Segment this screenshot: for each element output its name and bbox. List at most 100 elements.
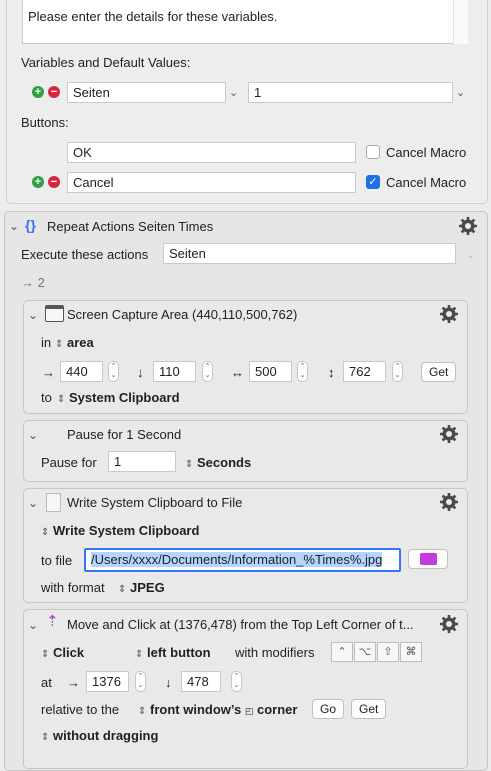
width-field[interactable]: 500 [249, 361, 292, 382]
repeat-icon: {} [25, 217, 36, 233]
pause-unit: Seconds [197, 455, 252, 470]
button-name-field[interactable]: Cancel [67, 172, 356, 193]
width-value: 500 [255, 364, 277, 379]
collapse-chevron-icon[interactable]: ⌄ [9, 219, 19, 233]
add-variable-icon[interactable]: + [32, 86, 44, 98]
button-name: OK [73, 145, 92, 160]
remove-variable-icon[interactable]: − [48, 86, 60, 98]
up-down-chevron-icon: ⇕ [135, 649, 144, 660]
click-y: 478 [187, 674, 209, 689]
relative-value: front window’s [150, 702, 242, 717]
relative-popup[interactable]: ⇕ front window’s ◰ corner [138, 702, 297, 720]
remove-button-icon[interactable]: − [48, 176, 60, 188]
format-popup[interactable]: ⇕ JPEG [118, 580, 165, 598]
width-arrow-icon: ↔ [231, 365, 244, 380]
control-modifier-toggle[interactable]: ⌃ [331, 642, 353, 662]
width-stepper[interactable]: ⌃ ⌄ [297, 361, 308, 382]
format-label: with format [41, 580, 105, 595]
collapse-chevron-icon[interactable]: ⌄ [28, 618, 38, 632]
collapse-chevron-icon[interactable]: ⌄ [28, 428, 38, 442]
execute-count-field[interactable]: Seiten [163, 243, 456, 264]
x-stepper[interactable]: ⌃ ⌄ [108, 361, 119, 382]
execute-count: Seiten [169, 246, 206, 261]
buttons-label: Buttons: [21, 115, 69, 130]
y-stepper[interactable]: ⌃ ⌄ [202, 361, 213, 382]
execute-result: → 2 [21, 275, 45, 290]
gear-icon[interactable] [439, 304, 459, 324]
up-down-chevron-icon: ⇕ [57, 394, 66, 405]
up-down-chevron-icon: ⇕ [118, 584, 127, 595]
area-popup[interactable]: ⇕ area [55, 335, 94, 353]
variable-default-chevron-down-icon[interactable]: ⌄ [456, 86, 465, 99]
prompt-text-area[interactable]: Please enter the details for these varia… [22, 0, 468, 44]
y-arrow-icon: ↓ [137, 365, 144, 380]
mouse-button: left button [147, 645, 211, 660]
variable-default-field[interactable]: 1 [248, 82, 453, 103]
button-name-field[interactable]: OK [67, 142, 356, 163]
click-y-stepper[interactable]: ⌃ ⌄ [231, 671, 242, 692]
click-y-field[interactable]: 478 [181, 671, 221, 692]
x-arrow-icon: → [67, 675, 80, 690]
choose-folder-button[interactable] [408, 549, 448, 569]
screen-capture-title: Screen Capture Area (440,110,500,762) [67, 307, 298, 322]
pause-title: Pause for 1 Second [67, 427, 182, 442]
go-button[interactable]: Go [312, 699, 345, 719]
variable-name-field[interactable]: Seiten [67, 82, 226, 103]
x-value: 440 [66, 364, 88, 379]
file-label: to file [41, 553, 73, 568]
gear-icon[interactable] [439, 424, 459, 444]
pause-duration-field[interactable]: 1 [108, 451, 176, 472]
source-value: Write System Clipboard [53, 523, 200, 538]
x-field[interactable]: 440 [60, 361, 103, 382]
gear-icon[interactable] [458, 216, 478, 236]
prompt-text: Please enter the details for these varia… [28, 9, 278, 24]
mouse-button-popup[interactable]: ⇕ left button [135, 645, 211, 663]
height-arrow-icon: ↕ [328, 365, 335, 380]
y-field[interactable]: 110 [153, 361, 196, 382]
variable-name: Seiten [73, 85, 110, 100]
y-arrow-icon: ↓ [165, 675, 172, 690]
gear-icon[interactable] [439, 492, 459, 512]
click-x-stepper[interactable]: ⌃ ⌄ [135, 671, 146, 692]
up-down-chevron-icon: ⇕ [185, 459, 194, 470]
height-field[interactable]: 762 [343, 361, 386, 382]
add-button-icon[interactable]: + [32, 176, 44, 188]
prompt-scrollbar[interactable] [453, 0, 468, 44]
variable-default: 1 [254, 85, 262, 100]
cancel-macro-checkbox[interactable] [366, 145, 380, 159]
cancel-macro-checkbox[interactable]: ✓ [366, 175, 380, 189]
execute-label: Execute these actions [21, 247, 149, 262]
gear-icon[interactable] [439, 614, 459, 634]
drag-value: without dragging [53, 728, 159, 743]
get-button[interactable]: Get [351, 699, 387, 719]
get-button[interactable]: Get [421, 362, 457, 382]
command-modifier-toggle[interactable]: ⌘ [400, 642, 422, 662]
click-x: 1376 [92, 674, 121, 689]
variable-name-chevron-down-icon[interactable]: ⌄ [229, 86, 238, 99]
up-down-chevron-icon: ⇕ [41, 732, 50, 743]
drag-popup[interactable]: ⇕ without dragging [41, 728, 158, 746]
option-modifier-toggle[interactable]: ⌥ [354, 642, 376, 662]
collapse-chevron-icon[interactable]: ⌄ [28, 496, 38, 510]
modifiers-label: with modifiers [235, 645, 315, 660]
to-label: to [41, 390, 52, 405]
mouse-click-icon: ⇡ [46, 613, 59, 630]
height-stepper[interactable]: ⌃ ⌄ [392, 361, 403, 382]
up-down-chevron-icon: ⇕ [41, 527, 50, 538]
execute-chevron-down-icon[interactable]: ⌄ [466, 248, 475, 261]
file-path-field[interactable]: /Users/xxxx/Documents/Information_%Times… [84, 548, 401, 572]
corner-label: corner [257, 702, 298, 717]
click-x-field[interactable]: 1376 [86, 671, 129, 692]
relative-label: relative to the [41, 702, 120, 717]
format-value: JPEG [130, 580, 165, 595]
destination-popup[interactable]: ⇕ System Clipboard [57, 390, 180, 408]
source-popup[interactable]: ⇕ Write System Clipboard [41, 523, 199, 541]
in-label: in [41, 335, 52, 350]
click-type-popup[interactable]: ⇕ Click [41, 645, 84, 663]
click-type: Click [53, 645, 85, 660]
shift-modifier-toggle[interactable]: ⇧ [377, 642, 399, 662]
pause-unit-popup[interactable]: ⇕ Seconds [185, 455, 251, 473]
collapse-chevron-icon[interactable]: ⌄ [28, 308, 38, 322]
cancel-macro-label: Cancel Macro [386, 175, 467, 190]
cancel-macro-label: Cancel Macro [386, 145, 467, 160]
